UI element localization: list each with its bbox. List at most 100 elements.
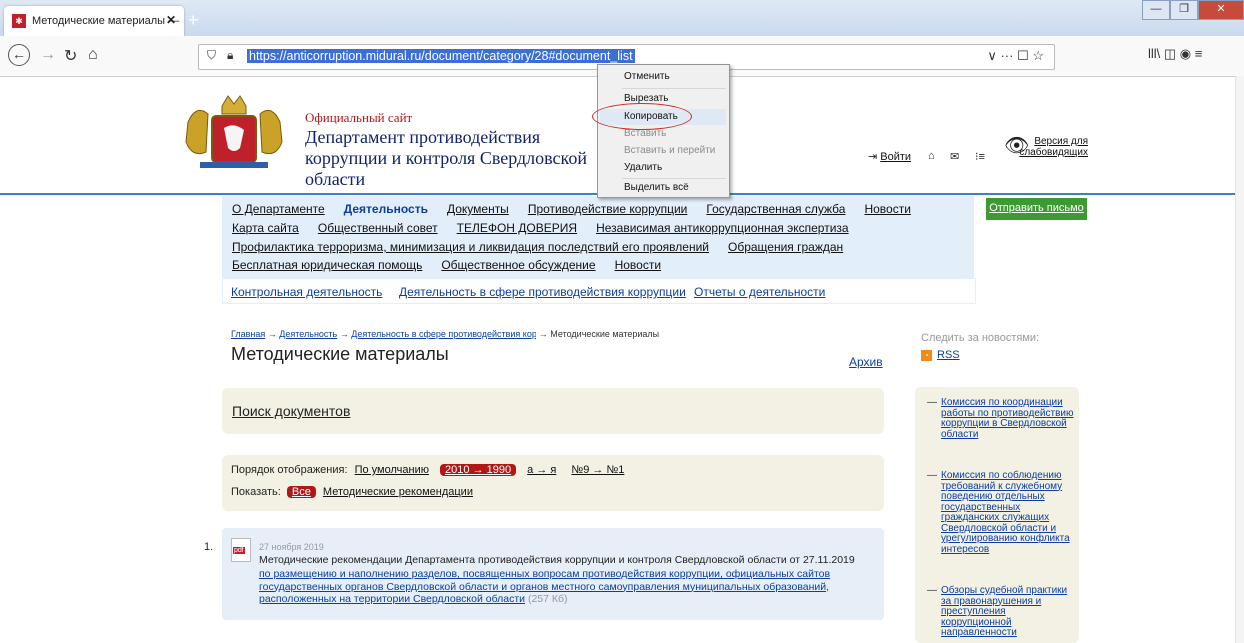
url-actions-icon[interactable]: ∨ ··· ☐ ☆ [987,48,1044,64]
menu-item[interactable]: Обращения граждан [728,240,843,254]
show-recommend-link[interactable]: Методические рекомендации [323,486,473,498]
document-date: 27 ноября 2019 [259,542,324,552]
home-site-icon[interactable]: ⌂ [928,150,935,162]
context-separator [622,88,726,89]
sidebar-dash: — [927,585,937,596]
document-title: Методические рекомендации Департамента п… [259,554,855,566]
submenu-item[interactable]: Деятельность в сфере противодействия кор… [399,285,686,299]
main-menu: О Департаменте Деятельность Документы Проти… [222,196,974,278]
coat-of-arms-logo[interactable] [178,92,290,172]
login-icon: ⇥ [868,151,878,163]
title-bar [0,0,1244,36]
tab-close-icon[interactable]: ✕ [166,13,176,27]
menu-row-1: О Департаменте Деятельность Документы Проти… [232,202,930,216]
menu-item[interactable]: Документы [447,202,509,216]
mail-icon[interactable]: ✉ [950,150,959,163]
sitemap-icon[interactable]: ⁝≡ [975,150,985,163]
menu-item[interactable]: Государственная служба [706,202,845,216]
context-separator [622,178,726,179]
reload-icon[interactable]: ↻ [64,46,77,66]
menu-item[interactable]: ТЕЛЕФОН ДОВЕРИЯ [457,221,577,235]
breadcrumb-arrow: → [339,329,349,339]
back-icon[interactable]: ← [8,44,30,66]
menu-item[interactable]: Новости [615,258,661,272]
menu-item[interactable]: Профилактика терроризма, минимизация и л… [232,240,709,254]
context-delete[interactable]: Удалить [624,162,662,173]
vision-version-link[interactable]: Версия для слабовидящих [1016,136,1088,158]
close-window-button[interactable]: ✕ [1198,0,1244,20]
shield-icon[interactable]: ⛉ [207,48,216,63]
menu-item[interactable]: О Департаменте [232,202,325,216]
context-paste-go: Вставить и перейти [624,145,716,156]
submenu-item[interactable]: Отчеты о деятельности [694,285,825,299]
context-menu: Отменить Вырезать Копировать Вставить Вс… [597,64,730,198]
breadcrumb: Главная → Деятельность → Деятельность в … [231,329,659,339]
annotation-circle [592,103,692,130]
url-text[interactable]: https://anticorruption.midural.ru/docume… [247,49,635,63]
tab-title: Методические материалы — [32,15,180,27]
sidebar-item[interactable]: — Комиссия по координации работы по проти… [927,397,1075,440]
lock-icon[interactable]: 🔒︎ [227,48,233,63]
minimize-button[interactable]: — [1142,0,1170,20]
login-label[interactable]: Войти [880,151,911,163]
breadcrumb-activity[interactable]: Деятельность [279,329,337,339]
menu-item[interactable]: Независимая антикоррупционная экспертиза [596,221,849,235]
archive-link[interactable]: Архив [849,355,883,369]
breadcrumb-home[interactable]: Главная [231,329,265,339]
submenu-item[interactable]: Контрольная деятельность [231,285,382,299]
browser-tab[interactable]: ✱ Методические материалы — ✕ [4,6,184,36]
send-letter-button[interactable]: Отправить письмо [986,198,1087,220]
order-alpha-link[interactable]: а → я [527,464,556,476]
sidebar-item-label[interactable]: Комиссия по соблюдению требований к служ… [941,470,1075,555]
sidebar-dash: — [927,397,937,408]
context-undo[interactable]: Отменить [624,71,670,82]
menu-item[interactable]: Бесплатная юридическая помощь [232,258,422,272]
menu-item[interactable]: Общественный совет [318,221,438,235]
breadcrumb-sphere[interactable]: Деятельность в сфере противодействия кор… [351,329,536,339]
search-documents-toggle[interactable]: Поиск документов [232,403,350,419]
sidebar-dash: — [927,470,937,481]
sidebar-item[interactable]: — Комиссия по соблюдению требований к слу… [927,470,1075,555]
menu-row-2: Карта сайта Общественный совет ТЕЛЕФОН ДОВ… [232,221,868,235]
sidebar-item-label[interactable]: Обзоры судебной практики за правонарушен… [941,585,1075,639]
search-panel: Поиск документов [222,388,884,434]
order-default-link[interactable]: По умолчанию [355,464,429,476]
sidebar-item-label[interactable]: Комиссия по координации работы по против… [941,397,1075,440]
menu-item[interactable]: Новости [864,202,910,216]
show-all-badge[interactable]: Все [286,486,316,498]
document-description: по размещению и наполнению разделов, пос… [259,568,879,606]
pdf-icon[interactable]: pdf [231,538,251,562]
scrollbar[interactable] [1235,76,1244,643]
breadcrumb-current: Методические материалы [550,329,660,339]
home-icon[interactable]: ⌂ [88,46,98,64]
order-num-link[interactable]: №9 → №1 [571,464,624,476]
document-size: (257 Кб) [527,593,568,605]
menu-item[interactable]: Карта сайта [232,221,299,235]
menu-row-3: Профилактика терроризма, минимизация и л… [232,240,862,254]
breadcrumb-arrow: → [538,329,548,339]
document-item: pdf 27 ноября 2019 Методические рекоменд… [222,528,884,620]
pdf-label: pdf [233,547,245,554]
context-select-all[interactable]: Выделить всё [624,182,689,193]
maximize-button[interactable]: ❐ [1170,0,1198,20]
menu-item[interactable]: Общественное обсуждение [441,258,595,272]
document-index: 1. [204,541,214,553]
order-years-badge[interactable]: 2010 → 1990 [440,464,517,476]
rss-label[interactable]: RSS [937,349,960,361]
menu-row-4: Бесплатная юридическая помощь Общественно… [232,258,680,272]
sort-row: Порядок отображения: По умолчанию 2010 →… [231,464,624,476]
toolbar-right-icons[interactable]: lll\ ◫ ◉ ≡ [1148,46,1202,62]
menu-item-active[interactable]: Деятельность [344,202,428,216]
page-title: Методические материалы [231,344,449,364]
order-label: Порядок отображения: [231,464,348,476]
header-small-title: Официальный сайт [305,110,413,125]
header-title[interactable]: Департамент противодействия коррупции и … [305,127,605,190]
forward-icon[interactable]: → [40,46,56,64]
rss-link[interactable]: ◔ RSS [921,349,960,361]
sort-panel: Порядок отображения: По умолчанию 2010 →… [222,455,884,511]
login-link[interactable]: ⇥ Войти [868,150,911,163]
sidebar-item[interactable]: — Обзоры судебной практики за правонаруше… [927,585,1075,639]
menu-item[interactable]: Противодействие коррупции [528,202,688,216]
submenu: Контрольная деятельность Деятельность в … [222,278,976,304]
new-tab-button[interactable]: + [188,10,199,31]
